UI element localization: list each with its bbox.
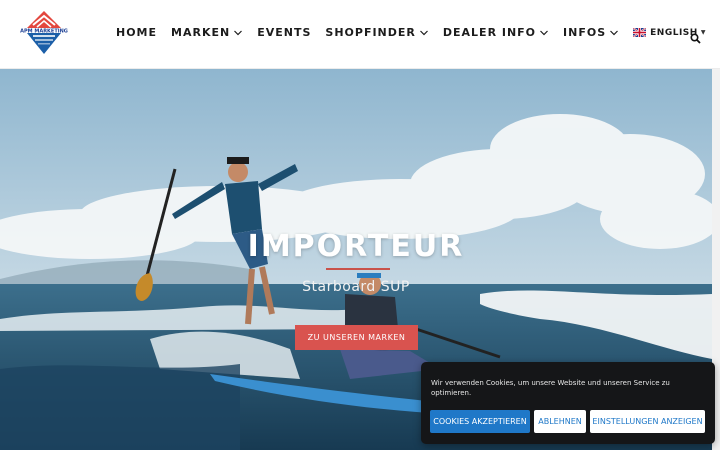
nav-events[interactable]: EVENTS <box>257 26 311 39</box>
uk-flag-icon <box>633 28 647 37</box>
main-nav: HOME MARKEN EVENTS SHOPFINDER DEALER INF… <box>116 26 706 39</box>
caret-down-icon: ▼ <box>700 29 706 36</box>
page: APM MARKETING HOME MARKEN EVENTS SHOPFIN… <box>0 0 720 450</box>
apm-marketing-logo[interactable]: APM MARKETING <box>20 10 68 56</box>
nav-marken-label: MARKEN <box>171 26 231 39</box>
chevron-down-icon <box>540 30 548 35</box>
nav-dealer-info[interactable]: DEALER INFO <box>443 26 549 39</box>
nav-shopfinder[interactable]: SHOPFINDER <box>325 26 428 39</box>
nav-home-label: HOME <box>116 26 158 39</box>
hero-subtitle: Starboard SUP <box>302 279 410 295</box>
cookie-settings-button[interactable]: EINSTELLUNGEN ANZEIGEN <box>590 410 705 433</box>
cookie-text: Wir verwenden Cookies, um unsere Website… <box>431 379 670 397</box>
chevron-down-icon <box>234 30 243 35</box>
hero-title: IMPORTEUR <box>247 229 465 264</box>
hero-divider <box>326 268 390 270</box>
nav-infos-label: INFOS <box>563 26 607 39</box>
nav-home[interactable]: HOME <box>116 26 157 39</box>
site-header: APM MARKETING HOME MARKEN EVENTS SHOPFIN… <box>0 0 720 69</box>
zu-unseren-marken-button[interactable]: ZU UNSEREN MARKEN <box>295 325 418 350</box>
nav-dealer-info-label: DEALER INFO <box>442 26 537 39</box>
search-icon[interactable] <box>690 29 701 44</box>
accept-cookies-button[interactable]: COOKIES AKZEPTIEREN <box>430 410 530 433</box>
chevron-down-icon <box>610 30 619 35</box>
nav-events-label: EVENTS <box>257 26 312 39</box>
nav-shopfinder-label: SHOPFINDER <box>325 26 416 39</box>
cookie-banner: Wir verwenden Cookies, um unsere Website… <box>421 362 715 444</box>
nav-infos[interactable]: INFOS <box>563 26 619 39</box>
nav-marken[interactable]: MARKEN <box>171 26 243 39</box>
reject-cookies-button[interactable]: ABLEHNEN <box>534 410 586 433</box>
chevron-down-icon <box>419 30 428 35</box>
